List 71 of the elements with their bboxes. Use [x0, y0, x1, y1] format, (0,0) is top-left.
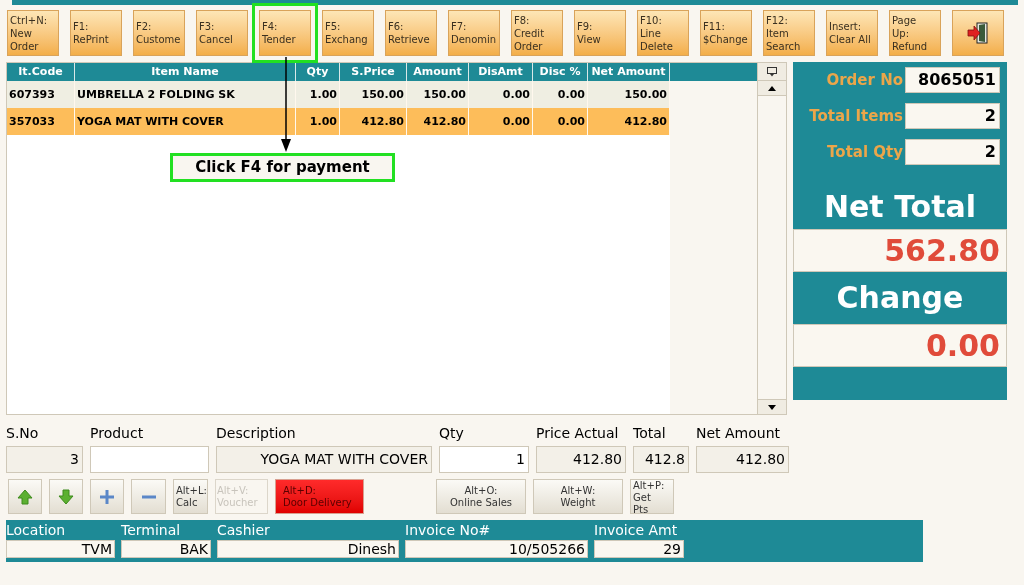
status-value: 10/505266	[405, 540, 588, 558]
toolbar-button[interactable]: F3: Cancel	[196, 10, 248, 56]
column-chooser-button[interactable]	[758, 63, 786, 81]
field-label: Qty	[439, 424, 465, 442]
action-button[interactable]: Alt+P: Get Pts	[630, 479, 674, 514]
toolbar-button[interactable]: F9: View	[574, 10, 626, 56]
field-label: Product	[90, 424, 145, 442]
scroll-down-button[interactable]	[758, 399, 786, 414]
entry-field: 412.80	[536, 446, 626, 473]
entry-field: YOGA MAT WITH COVER	[216, 446, 432, 473]
exit-door-icon	[966, 21, 990, 45]
move-down-button[interactable]	[49, 479, 83, 514]
status-label: Cashier	[217, 521, 271, 540]
status-label: Invoice Amt	[594, 521, 679, 540]
status-value: BAK	[121, 540, 211, 558]
entry-field: 3	[6, 446, 83, 473]
add-button[interactable]	[90, 479, 124, 514]
summary-label: Total Qty	[827, 141, 903, 163]
table-row[interactable]: 357033 YOGA MAT WITH COVER 1.00 412.80 412.80 0.00 0.00 412.80	[7, 108, 670, 135]
net-total-value: 562.80	[793, 229, 1007, 272]
table-row[interactable]: 607393 UMBRELLA 2 FOLDING SK 1.00 150.00 150.00 0.00 0.00 150.00	[7, 81, 670, 108]
status-label: Location	[6, 521, 67, 540]
status-label: Invoice No#	[405, 521, 492, 540]
toolbar-button[interactable]: F12: Item Search	[763, 10, 815, 56]
action-button[interactable]: Alt+D: Door Delivery	[275, 479, 364, 514]
toolbar-button[interactable]: F2: Custome	[133, 10, 185, 56]
summary-field: 2	[905, 139, 1000, 165]
field-label: Net Amount	[696, 424, 782, 442]
change-value: 0.00	[793, 324, 1007, 367]
action-button[interactable]: Alt+L: Calc	[173, 479, 208, 514]
field-label: Total	[633, 424, 667, 442]
toolbar-button[interactable]: Ctrl+N: New Order	[7, 10, 59, 56]
exit-button[interactable]	[952, 10, 1004, 56]
status-value: Dinesh	[217, 540, 399, 558]
toolbar-button[interactable]: F7: Denomin	[448, 10, 500, 56]
toolbar-button[interactable]: F11: $Change	[700, 10, 752, 56]
summary-field: 8065051	[905, 67, 1000, 93]
entry-field: 412.80	[696, 446, 789, 473]
plus-icon	[100, 489, 114, 504]
field-label: Description	[216, 424, 297, 442]
toolbar-button[interactable]: Page Up: Refund	[889, 10, 941, 56]
callout-label: Click F4 for payment	[170, 153, 395, 182]
change-label: Change	[835, 279, 965, 317]
summary-label: Total Items	[809, 105, 903, 127]
down-arrow-icon	[58, 488, 74, 505]
toolbar-button[interactable]: Insert: Clear All	[826, 10, 878, 56]
triangle-down-icon	[768, 404, 776, 410]
status-value: TVM	[6, 540, 115, 558]
toolbar-button[interactable]: F10: Line Delete	[637, 10, 689, 56]
remove-button[interactable]	[131, 479, 166, 514]
action-button[interactable]: Alt+W: Weight	[533, 479, 623, 514]
toolbar-button[interactable]: F4: Tender	[259, 10, 311, 56]
entry-field[interactable]	[90, 446, 209, 473]
status-value: 29	[594, 540, 684, 558]
entry-field: 412.8	[633, 446, 689, 473]
status-label: Terminal	[121, 521, 182, 540]
up-arrow-icon	[17, 488, 33, 505]
entry-field[interactable]: 1	[439, 446, 529, 473]
action-button[interactable]: Alt+O: Online Sales	[436, 479, 526, 514]
summary-label: Order No	[826, 69, 903, 91]
toolbar-button[interactable]: F8: Credit Order	[511, 10, 563, 56]
toolbar-button[interactable]: F6: Retrieve	[385, 10, 437, 56]
toolbar-button[interactable]: F1: RePrint	[70, 10, 122, 56]
field-label: S.No	[6, 424, 40, 442]
net-total-label: Net Total	[822, 188, 978, 226]
toolbar-button[interactable]: F5: Exchang	[322, 10, 374, 56]
triangle-up-icon	[768, 85, 776, 91]
summary-field: 2	[905, 103, 1000, 129]
move-up-button[interactable]	[8, 479, 42, 514]
field-label: Price Actual	[536, 424, 620, 442]
scroll-up-button[interactable]	[758, 81, 786, 96]
